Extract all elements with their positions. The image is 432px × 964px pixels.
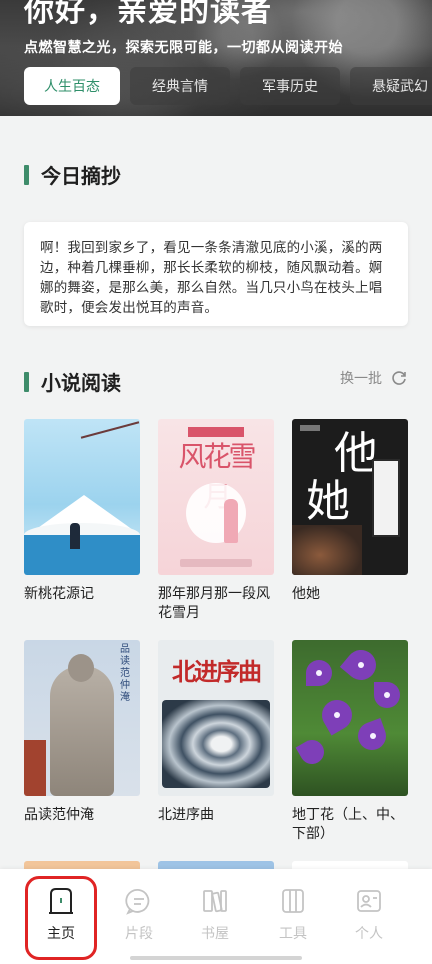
tab-life[interactable]: 人生百态 [24,67,120,105]
tab-mystery[interactable]: 悬疑武幻 [350,67,432,105]
tab-romance[interactable]: 经典言情 [130,67,230,105]
nav-tools[interactable]: 工具 [263,887,323,951]
refresh-batch-button[interactable]: 换一批 [340,368,408,388]
book-card[interactable]: 北进序曲 北进序曲 [158,640,274,825]
book-cover: 北进序曲 [158,640,274,796]
daily-section-title: 今日摘抄 [41,164,121,188]
book-cover [24,419,140,575]
book-card[interactable]: 风花雪月 那年那月那一段风花雪月 [158,419,274,623]
book-card[interactable]: 品读范仲淹 品读范仲淹 [24,640,140,825]
book-card[interactable]: 新桃花源记 [24,419,140,604]
cover-title: 她 [306,476,350,527]
hero-banner: 你好，亲爱的读者 点燃智慧之光，探索无限可能，一切都从阅读开始 人生百态 经典言… [0,0,432,116]
cover-title: 北进序曲 [172,657,262,686]
book-card[interactable]: 他 她 他她 [292,419,408,604]
book-title: 那年那月那一段风花雪月 [158,586,270,621]
novel-section-header: 小说阅读 [24,367,121,396]
daily-quote-card[interactable]: 啊！我回到家乡了，看见一条条清澈见底的小溪，溪的两边，种着几棵垂柳，那长长柔软的… [24,222,408,326]
book-title: 北进序曲 [158,807,214,823]
greeting-title: 你好，亲爱的读者 [24,0,272,29]
nav-bookshelf[interactable]: 书屋 [185,887,245,951]
category-tabs: 人生百态 经典言情 军事历史 悬疑武幻 [24,67,432,105]
novel-section-title: 小说阅读 [41,371,121,395]
book-title: 地丁花（上、中、下部） [292,807,404,842]
gesture-home-indicator[interactable] [130,956,302,960]
nav-tools-label: 工具 [279,926,307,942]
greeting-subtitle: 点燃智慧之光，探索无限可能，一切都从阅读开始 [24,40,343,56]
book-card[interactable]: 地丁花（上、中、下部） [292,640,408,844]
bookshelf-icon [203,890,227,913]
book-cover [292,640,408,796]
nav-profile-label: 个人 [355,926,383,942]
nav-profile[interactable]: 个人 [339,887,399,951]
refresh-icon [392,371,406,385]
book-cover: 品读范仲淹 [24,640,140,796]
section-accent-bar [24,164,29,185]
book-title: 他她 [292,586,320,602]
daily-section-header: 今日摘抄 [24,160,121,189]
book-title: 新桃花源记 [24,586,94,602]
section-accent-bar [24,371,29,392]
refresh-label: 换一批 [340,371,382,387]
nav-snippets[interactable]: 片段 [109,887,169,951]
app-screen: 你好，亲爱的读者 点燃智慧之光，探索无限可能，一切都从阅读开始 人生百态 经典言… [0,0,432,964]
book-cover: 风花雪月 [158,419,274,575]
daily-quote-text: 啊！我回到家乡了，看见一条条清澈见底的小溪，溪的两边，种着几棵垂柳，那长长柔软的… [40,240,383,316]
book-cover: 他 她 [292,419,408,575]
nav-snippets-label: 片段 [125,926,153,942]
tools-icon [282,889,304,913]
tab-military-history[interactable]: 军事历史 [240,67,340,105]
nav-bookshelf-label: 书屋 [201,926,229,942]
chat-icon [125,889,150,915]
home-highlight-annotation [25,876,97,960]
cover-vertical-title: 品读范仲淹 [120,644,130,703]
book-title: 品读范仲淹 [24,807,94,823]
profile-icon [357,890,381,912]
